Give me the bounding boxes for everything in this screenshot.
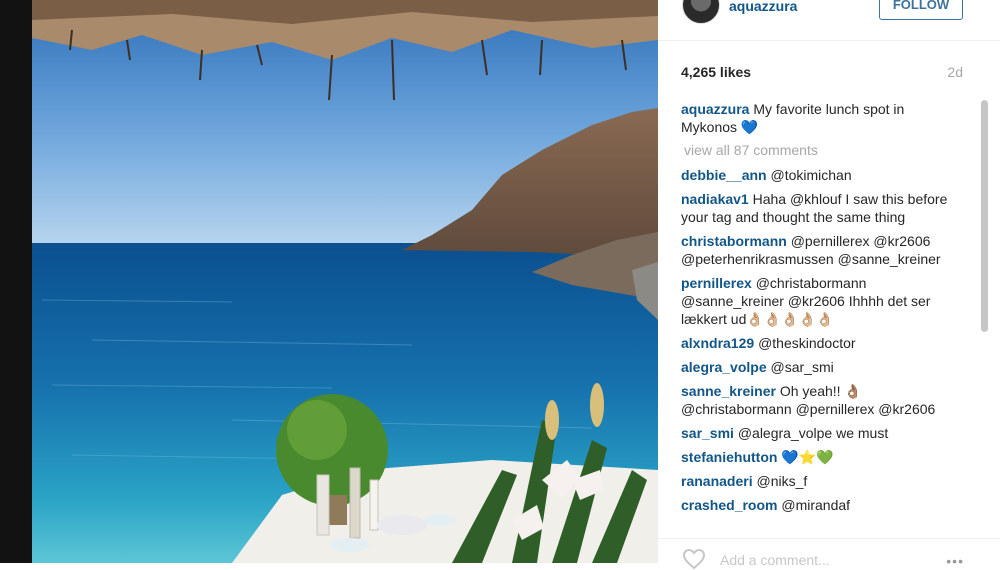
comments-list: aquazzura My favorite lunch spot in Myko… xyxy=(681,100,959,528)
add-comment-row: Add a comment... ••• xyxy=(658,538,1000,570)
comment-item: alxndra129 @theskindoctor xyxy=(681,334,959,352)
comment-username-link[interactable]: nadiakav1 xyxy=(681,191,749,207)
follow-button[interactable]: FOLLOW xyxy=(879,0,963,20)
comments-panel: aquazzura FOLLOW 4,265 likes 2d aquazzur… xyxy=(658,0,1000,570)
comment-item: debbie__ann @tokimichan xyxy=(681,166,959,184)
comment-item: crashed_room @mirandaf xyxy=(681,496,959,514)
heart-outline-icon[interactable] xyxy=(681,548,707,570)
comment-text: @sar_smi xyxy=(770,359,834,375)
view-all-comments-link[interactable]: view all 87 comments xyxy=(681,142,959,158)
add-comment-input[interactable]: Add a comment... xyxy=(720,552,830,568)
comment-username-link[interactable]: alxndra129 xyxy=(681,335,754,351)
comment-item: sar_smi @alegra_volpe we must xyxy=(681,424,959,442)
comment-text: 💙⭐💚 xyxy=(781,449,834,465)
header-username-link[interactable]: aquazzura xyxy=(729,0,797,14)
comment-username-link[interactable]: stefaniehutton xyxy=(681,449,777,465)
comment-item: christabormann @pernillerex @kr2606 @pet… xyxy=(681,232,959,268)
comment-item: alegra_volpe @sar_smi xyxy=(681,358,959,376)
comment-item: rananaderi @niks_f xyxy=(681,472,959,490)
caption: aquazzura My favorite lunch spot in Myko… xyxy=(681,100,959,136)
left-margin xyxy=(0,0,32,563)
comment-text: @niks_f xyxy=(756,473,808,489)
comment-username-link[interactable]: debbie__ann xyxy=(681,167,767,183)
comment-username-link[interactable]: christabormann xyxy=(681,233,787,249)
mykonos-sea-photo xyxy=(32,0,658,563)
comment-username-link[interactable]: pernillerex xyxy=(681,275,752,291)
comment-item: sanne_kreiner Oh yeah!! 👌🏽 @christaborma… xyxy=(681,382,959,418)
comment-text: @theskindoctor xyxy=(758,335,856,351)
comment-username-link[interactable]: rananaderi xyxy=(681,473,753,489)
comments-scrollbar[interactable] xyxy=(981,100,988,332)
post-header: aquazzura FOLLOW xyxy=(658,0,1000,41)
post-photo[interactable] xyxy=(32,0,658,563)
comment-username-link[interactable]: alegra_volpe xyxy=(681,359,767,375)
comment-item: pernillerex @christabormann @sanne_krein… xyxy=(681,274,959,328)
comment-username-link[interactable]: crashed_room xyxy=(681,497,777,513)
comment-text: @alegra_volpe we must xyxy=(737,425,889,441)
likes-count[interactable]: 4,265 likes xyxy=(681,64,751,80)
comment-item: stefaniehutton 💙⭐💚 xyxy=(681,448,959,466)
caption-username-link[interactable]: aquazzura xyxy=(681,101,749,117)
comment-username-link[interactable]: sanne_kreiner xyxy=(681,383,776,399)
comment-text: @mirandaf xyxy=(781,497,851,513)
post-age[interactable]: 2d xyxy=(947,64,963,80)
more-horizontal-icon[interactable]: ••• xyxy=(946,553,964,569)
comment-item: nadiakav1 Haha @khlouf I saw this before… xyxy=(681,190,959,226)
avatar[interactable] xyxy=(682,0,720,24)
comment-text: @tokimichan xyxy=(770,167,852,183)
comment-username-link[interactable]: sar_smi xyxy=(681,425,734,441)
